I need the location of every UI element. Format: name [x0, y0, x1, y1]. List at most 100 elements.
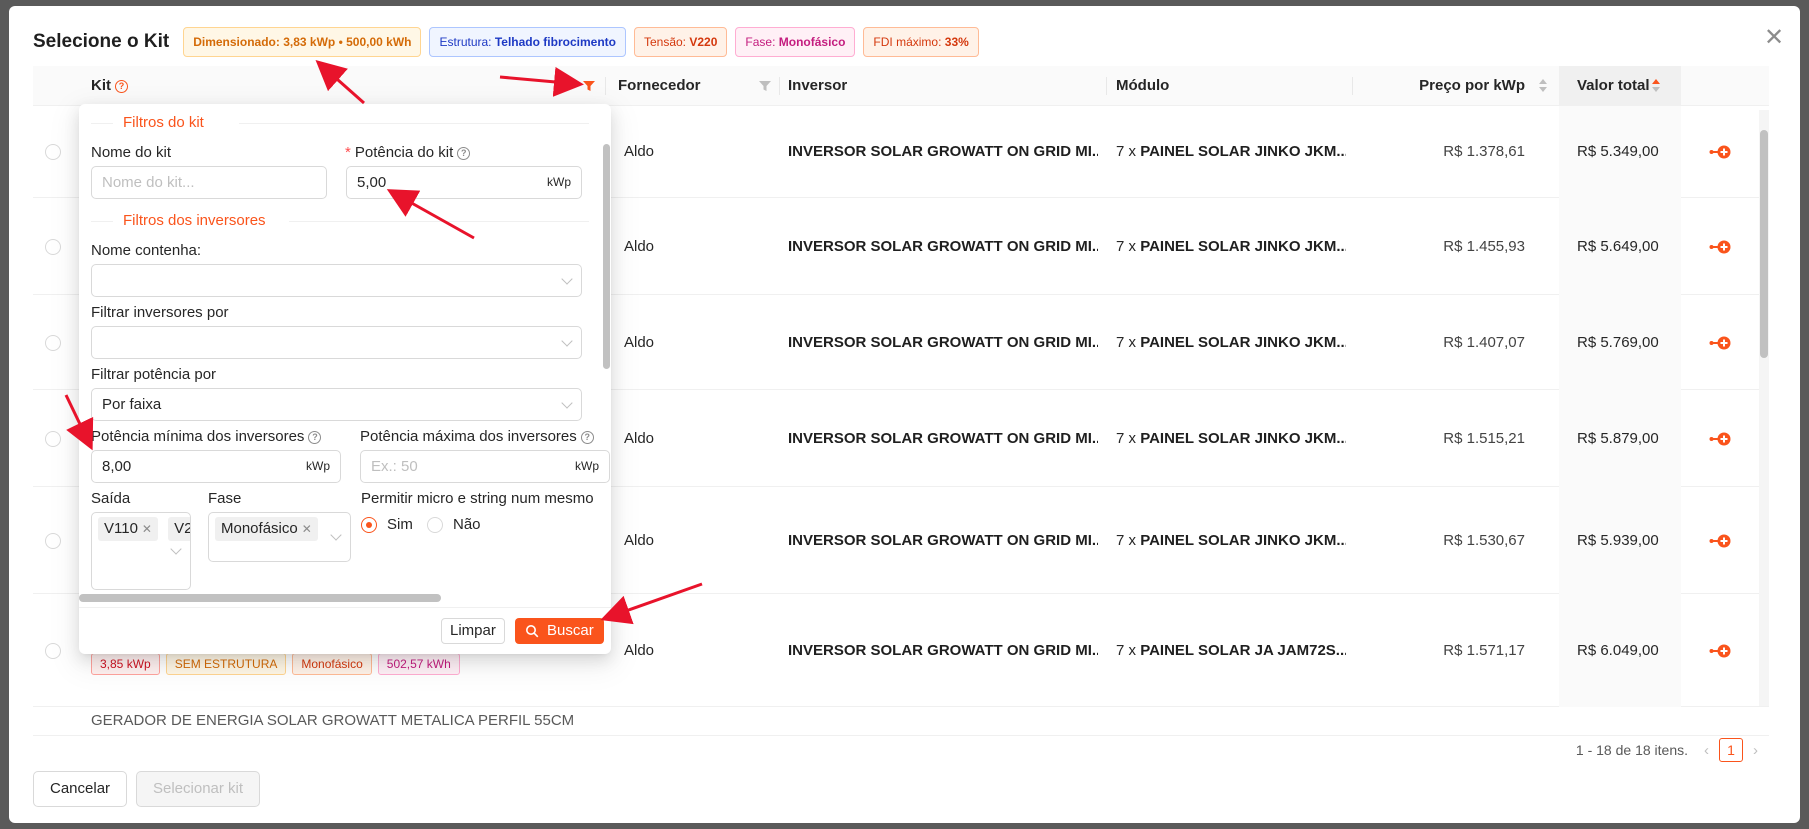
- kit-name-input[interactable]: Nome do kit...: [91, 166, 327, 199]
- output-label: Saída: [91, 490, 131, 507]
- add-kit-icon[interactable]: [1709, 335, 1733, 351]
- add-kit-icon[interactable]: [1709, 144, 1733, 160]
- remove-icon[interactable]: ✕: [142, 522, 152, 536]
- voltage-tag: Tensão: V220: [633, 27, 728, 57]
- add-kit-icon[interactable]: [1709, 643, 1733, 659]
- filter-icon[interactable]: [759, 80, 771, 92]
- inverter-cell: INVERSOR SOLAR GROWATT ON GRID MI...: [788, 430, 1098, 447]
- help-icon[interactable]: ?: [457, 146, 471, 160]
- radio-yes[interactable]: Sim: [361, 516, 413, 533]
- help-icon[interactable]: ?: [115, 79, 128, 93]
- sort-icon-active[interactable]: [1651, 78, 1661, 94]
- name-contains-select[interactable]: [91, 264, 582, 297]
- remove-icon[interactable]: ✕: [302, 522, 312, 536]
- total-value-cell: R$ 6.049,00: [1559, 594, 1681, 707]
- divider: [91, 123, 113, 124]
- dropdown-scrollbar-horizontal[interactable]: [79, 594, 441, 602]
- kit-structure-tag: SEM ESTRUTURA: [165, 653, 287, 675]
- sizing-tag: Dimensionado: 3,83 kWp • 500,00 kWh: [183, 27, 422, 57]
- column-separator: [779, 77, 780, 95]
- help-icon[interactable]: ?: [308, 430, 322, 444]
- module-cell: 7 x PAINEL SOLAR JINKO JKM...: [1116, 143, 1346, 160]
- search-button[interactable]: Buscar: [515, 618, 604, 644]
- filter-power-label: Filtrar potência por: [91, 366, 217, 383]
- module-cell: 7 x PAINEL SOLAR JINKO JKM...: [1116, 334, 1346, 351]
- total-value-cell: R$ 5.769,00: [1559, 295, 1681, 390]
- column-preco[interactable]: Preço por kWp: [1395, 66, 1525, 106]
- select-kit-button[interactable]: Selecionar kit: [136, 771, 261, 807]
- fdi-tag: FDI máximo: 33%: [863, 27, 979, 57]
- module-cell: 7 x PAINEL SOLAR JINKO JKM...: [1116, 238, 1346, 255]
- row-radio[interactable]: [45, 533, 61, 549]
- inverter-cell: INVERSOR SOLAR GROWATT ON GRID MI...: [788, 238, 1098, 255]
- filter-dropdown: Filtros do kit Nome do kit Nome do kit..…: [79, 104, 611, 654]
- total-value-cell: R$ 5.879,00: [1559, 390, 1681, 487]
- price-per-kwp-cell: R$ 1.571,17: [1443, 642, 1525, 659]
- supplier-cell: Aldo: [624, 532, 655, 549]
- total-value-cell: R$ 5.349,00: [1559, 106, 1681, 198]
- clear-button[interactable]: Limpar: [441, 618, 505, 644]
- column-separator: [1106, 77, 1107, 95]
- column-total[interactable]: Valor total: [1559, 66, 1681, 106]
- row-radio[interactable]: [45, 239, 61, 255]
- row-radio[interactable]: [45, 431, 61, 447]
- add-kit-icon[interactable]: [1709, 239, 1733, 255]
- table-scrollbar[interactable]: [1759, 110, 1769, 706]
- modal-header: Selecione o Kit Dimensionado: 3,83 kWp •…: [33, 26, 987, 58]
- close-icon[interactable]: ✕: [1760, 24, 1788, 52]
- chip: Monofásico ✕: [215, 517, 318, 541]
- min-power-input[interactable]: 8,00 kWp: [91, 450, 341, 483]
- add-kit-icon[interactable]: [1709, 533, 1733, 549]
- supplier-cell: Aldo: [624, 642, 655, 659]
- kit-power-input[interactable]: 5,00 kWp: [346, 166, 582, 199]
- max-power-input[interactable]: Ex.: 50 kWp: [360, 450, 610, 483]
- price-per-kwp-cell: R$ 1.530,67: [1443, 532, 1525, 549]
- phase-label: Fase: [208, 490, 242, 507]
- cancel-button[interactable]: Cancelar: [33, 771, 128, 807]
- row-radio[interactable]: [45, 144, 61, 160]
- pagination: 1 - 18 de 18 itens. ‹ 1 ›: [1576, 738, 1758, 762]
- row-radio[interactable]: [45, 335, 61, 351]
- kit-tags: 3,85 kWp SEM ESTRUTURA Monofásico 502,57 kW…: [91, 653, 466, 675]
- kit-name: GERADOR DE ENERGIA SOLAR GROWATT METALIC…: [91, 712, 575, 729]
- supplier-cell: Aldo: [624, 334, 655, 351]
- price-per-kwp-cell: R$ 1.407,07: [1443, 334, 1525, 351]
- chevron-down-icon: [170, 543, 182, 555]
- module-cell: 7 x PAINEL SOLAR JINKO JKM...: [1116, 430, 1346, 447]
- filter-power-select[interactable]: Por faixa: [91, 388, 582, 421]
- module-cell: 7 x PAINEL SOLAR JA JAM72S...: [1116, 642, 1346, 659]
- sort-icon[interactable]: [1538, 78, 1548, 94]
- micro-string-label: Permitir micro e string num mesmo: [361, 490, 594, 507]
- table-row[interactable]: GERADOR DE ENERGIA SOLAR GROWATT METALIC…: [33, 706, 1769, 736]
- chevron-down-icon: [561, 273, 573, 285]
- radio-no[interactable]: Não: [427, 516, 481, 533]
- total-value-cell: R$ 5.939,00: [1559, 487, 1681, 594]
- column-separator: [605, 77, 606, 95]
- output-select[interactable]: V110✕ V220✕: [91, 512, 191, 590]
- section-kit-filters: Filtros do kit: [123, 114, 204, 131]
- divider: [91, 221, 113, 222]
- filter-icon-active[interactable]: [583, 80, 595, 92]
- price-per-kwp-cell: R$ 1.455,93: [1443, 238, 1525, 255]
- row-radio[interactable]: [45, 643, 61, 659]
- scrollbar-thumb[interactable]: [1760, 130, 1768, 358]
- kit-power-label: * Potência do kit?: [345, 144, 471, 161]
- column-separator: [1352, 77, 1353, 95]
- column-kit: Kit?: [91, 66, 128, 106]
- inverter-cell: INVERSOR SOLAR GROWATT ON GRID MI...: [788, 532, 1098, 549]
- prev-page-icon[interactable]: ‹: [1704, 742, 1709, 759]
- help-icon[interactable]: ?: [580, 430, 594, 444]
- supplier-cell: Aldo: [624, 238, 655, 255]
- page-1[interactable]: 1: [1719, 738, 1743, 762]
- add-kit-icon[interactable]: [1709, 431, 1733, 447]
- supplier-cell: Aldo: [624, 430, 655, 447]
- modal-title: Selecione o Kit: [33, 31, 170, 52]
- dropdown-scrollbar-vertical[interactable]: [603, 144, 610, 369]
- filter-inverters-select[interactable]: [91, 326, 582, 359]
- pagination-range: 1 - 18 de 18 itens.: [1575, 742, 1688, 758]
- phase-select[interactable]: Monofásico ✕: [208, 512, 351, 562]
- chevron-down-icon: [561, 335, 573, 347]
- structure-tag: Estrutura: Telhado fibrocimento: [429, 27, 626, 57]
- supplier-cell: Aldo: [624, 143, 655, 160]
- next-page-icon[interactable]: ›: [1753, 742, 1758, 759]
